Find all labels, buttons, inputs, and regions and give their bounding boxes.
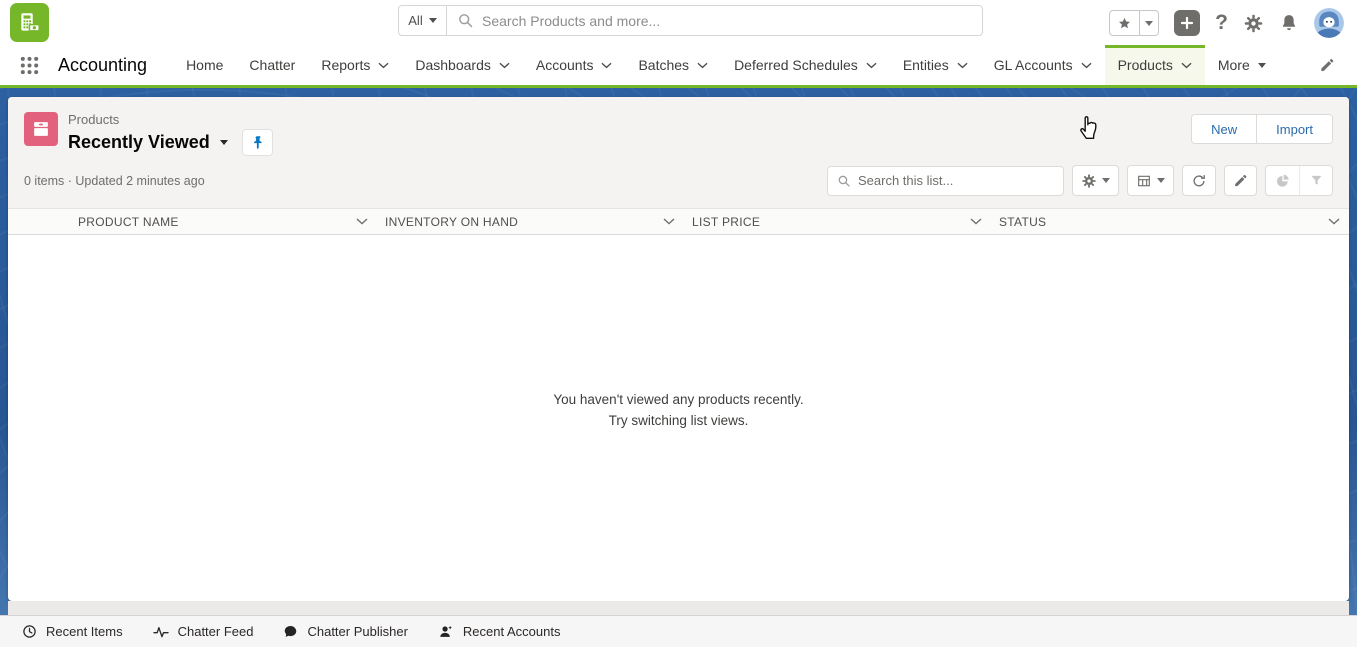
global-header: All ?	[0, 0, 1357, 45]
caret-down-icon	[1258, 63, 1266, 68]
column-header-inventory-on-hand[interactable]: INVENTORY ON HAND	[377, 209, 684, 234]
column-header-product-name[interactable]: PRODUCT NAME	[70, 209, 377, 234]
favorites-caret-icon[interactable]	[1139, 11, 1158, 35]
object-label: Products	[68, 112, 273, 127]
utility-chatter-feed[interactable]: Chatter Feed	[153, 624, 254, 639]
favorites-star-icon[interactable]	[1110, 11, 1139, 35]
table-header-row: PRODUCT NAME INVENTORY ON HAND LIST PRIC…	[8, 208, 1349, 235]
tab-home[interactable]: Home	[173, 45, 236, 85]
utility-dock-strip	[8, 601, 1349, 615]
caret-down-icon	[1102, 178, 1110, 183]
refresh-icon	[1191, 173, 1207, 189]
nav-edit-pencil-icon[interactable]	[1319, 45, 1335, 85]
header-actions: ?	[1109, 8, 1344, 38]
filters-button[interactable]	[1299, 166, 1332, 195]
tab-reports[interactable]: Reports	[308, 45, 402, 85]
list-view-card: Products Recently Viewed	[8, 97, 1349, 601]
app-launcher-waffle-icon[interactable]	[8, 45, 50, 85]
page-background: Products Recently Viewed	[0, 88, 1357, 647]
tab-entities[interactable]: Entities	[890, 45, 981, 85]
chevron-down-icon	[601, 62, 612, 69]
global-search: All	[398, 5, 983, 36]
global-search-input[interactable]	[482, 13, 972, 29]
person-icon	[438, 624, 454, 639]
chevron-down-icon	[499, 62, 510, 69]
app-logo[interactable]	[10, 3, 49, 42]
column-header-list-price[interactable]: LIST PRICE	[684, 209, 991, 234]
column-header-status[interactable]: STATUS	[991, 209, 1349, 234]
import-button[interactable]: Import	[1256, 115, 1332, 143]
utility-chatter-publisher[interactable]: Chatter Publisher	[283, 624, 407, 639]
tab-more[interactable]: More	[1205, 45, 1279, 85]
charts-button[interactable]	[1266, 166, 1299, 195]
list-view-selector-caret-icon[interactable]	[220, 140, 228, 145]
chevron-down-icon	[697, 62, 708, 69]
tab-chatter[interactable]: Chatter	[236, 45, 308, 85]
chat-bubble-icon	[283, 624, 298, 639]
tab-accounts[interactable]: Accounts	[523, 45, 626, 85]
tab-batches[interactable]: Batches	[625, 45, 721, 85]
clock-icon	[22, 624, 37, 639]
app-navigation-bar: Accounting Home Chatter Reports Dashboar…	[0, 45, 1357, 88]
new-button[interactable]: New	[1192, 115, 1256, 143]
list-view-controls-button[interactable]	[1072, 165, 1119, 196]
tab-gl-accounts[interactable]: GL Accounts	[981, 45, 1105, 85]
chevron-down-icon	[957, 62, 968, 69]
list-controls	[827, 165, 1333, 196]
empty-state-line2: Try switching list views.	[609, 413, 749, 428]
refresh-button[interactable]	[1182, 165, 1216, 196]
chevron-down-icon[interactable]	[1328, 218, 1340, 225]
accounting-calculator-icon	[17, 10, 43, 36]
chart-filter-button-group	[1265, 165, 1333, 196]
chevron-down-icon	[1081, 62, 1092, 69]
pencil-icon	[1233, 173, 1248, 188]
search-icon	[837, 174, 851, 188]
inline-edit-button[interactable]	[1224, 165, 1257, 196]
pulse-icon	[153, 625, 169, 639]
table-icon	[1136, 173, 1152, 189]
user-avatar[interactable]	[1314, 8, 1344, 38]
global-search-box	[447, 6, 982, 35]
pin-list-view-button[interactable]	[242, 129, 273, 156]
nav-tabs: Home Chatter Reports Dashboards Accounts…	[173, 45, 1279, 85]
utility-recent-accounts[interactable]: Recent Accounts	[438, 624, 561, 639]
chevron-down-icon[interactable]	[356, 218, 368, 225]
list-search-box	[827, 166, 1064, 196]
display-as-button[interactable]	[1127, 165, 1174, 196]
search-icon	[457, 12, 474, 29]
chevron-down-icon	[1181, 62, 1192, 69]
product-object-icon	[24, 112, 58, 146]
empty-state-line1: You haven't viewed any products recently…	[553, 392, 803, 407]
favorites-button-group	[1109, 10, 1159, 36]
list-search-input[interactable]	[858, 173, 1054, 188]
tab-dashboards[interactable]: Dashboards	[402, 45, 523, 85]
help-icon[interactable]: ?	[1215, 10, 1228, 36]
chevron-down-icon[interactable]	[970, 218, 982, 225]
setup-gear-icon[interactable]	[1243, 13, 1264, 34]
salesforce-lightning-page: All ?	[0, 0, 1357, 647]
list-meta-text: 0 items · Updated 2 minutes ago	[24, 174, 205, 188]
tab-products[interactable]: Products	[1105, 45, 1205, 85]
chevron-down-icon	[429, 18, 437, 23]
empty-state: You haven't viewed any products recently…	[8, 235, 1349, 428]
utility-recent-items[interactable]: Recent Items	[22, 624, 123, 639]
chevron-down-icon	[378, 62, 389, 69]
app-name: Accounting	[58, 45, 147, 85]
pie-chart-icon	[1275, 173, 1291, 189]
search-scope-selector[interactable]: All	[399, 6, 447, 35]
list-actions-button-group: New Import	[1191, 114, 1333, 144]
list-view-title[interactable]: Recently Viewed	[68, 132, 210, 153]
utility-bar: Recent Items Chatter Feed Chatter Publis…	[0, 615, 1357, 647]
filter-funnel-icon	[1309, 173, 1324, 188]
quick-create-plus-icon[interactable]	[1174, 10, 1200, 36]
search-scope-value: All	[408, 13, 422, 28]
chevron-down-icon[interactable]	[663, 218, 675, 225]
list-view-header: Products Recently Viewed	[8, 97, 1349, 208]
notifications-bell-icon[interactable]	[1279, 13, 1299, 33]
caret-down-icon	[1157, 178, 1165, 183]
chevron-down-icon	[866, 62, 877, 69]
pushpin-icon	[251, 135, 264, 150]
tab-deferred-schedules[interactable]: Deferred Schedules	[721, 45, 890, 85]
gear-icon	[1081, 173, 1097, 189]
